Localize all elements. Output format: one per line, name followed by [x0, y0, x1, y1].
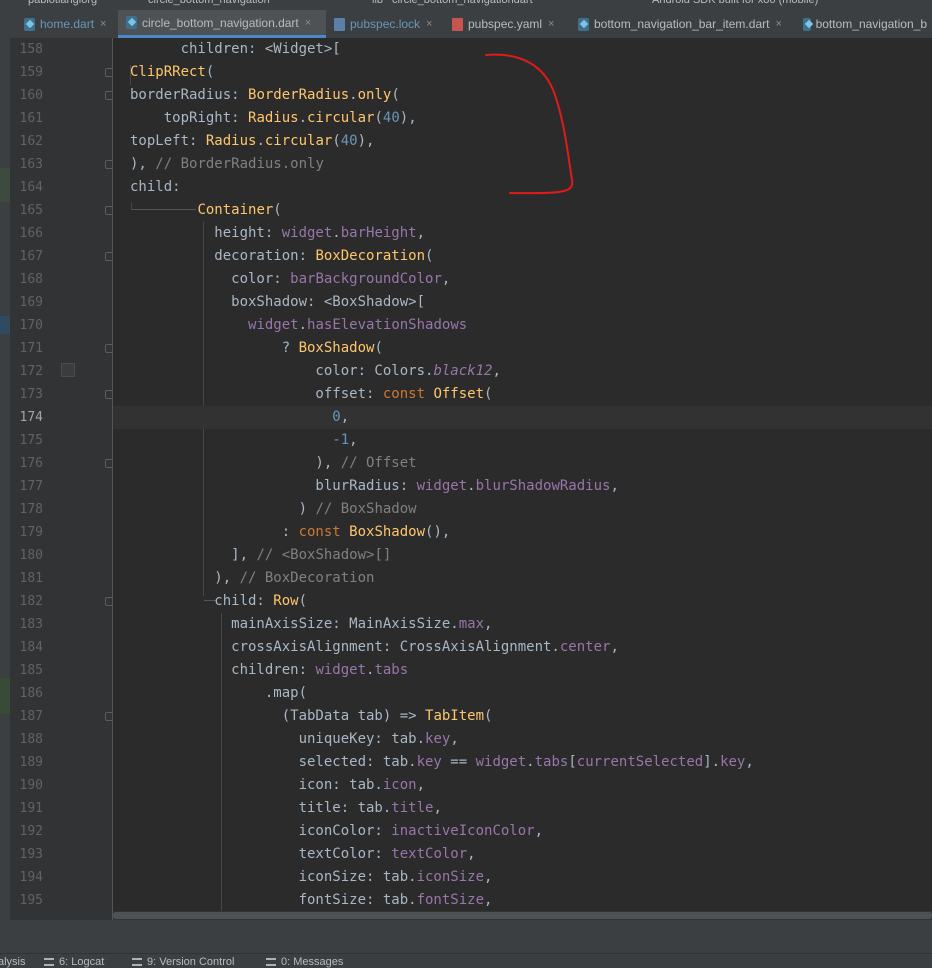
- logcat-icon: [44, 958, 54, 966]
- tool-window-label: 0: Messages: [281, 956, 344, 968]
- tool-window-label: alysis: [0, 956, 26, 968]
- tool-window-label: 9: Version Control: [147, 956, 235, 968]
- tool-window-button[interactable]: 0: Messages: [266, 956, 343, 968]
- horizontal-scrollbar[interactable]: [113, 911, 932, 920]
- messages-icon: [266, 958, 276, 966]
- scrollbar-thumb[interactable]: [113, 912, 932, 919]
- tool-window-label: 6: Logcat: [59, 956, 105, 968]
- tool-window-button[interactable]: alysis: [0, 956, 26, 968]
- bottom-tool-bar: alysis 6: Logcat 9: Version Control 0: Mess…: [0, 953, 932, 968]
- tool-window-area: [0, 920, 932, 953]
- branch-icon: [132, 958, 142, 966]
- tool-window-button[interactable]: 6: Logcat: [44, 956, 104, 968]
- tool-window-button[interactable]: 9: Version Control: [132, 956, 234, 968]
- red-annotation-scribble: [485, 53, 574, 195]
